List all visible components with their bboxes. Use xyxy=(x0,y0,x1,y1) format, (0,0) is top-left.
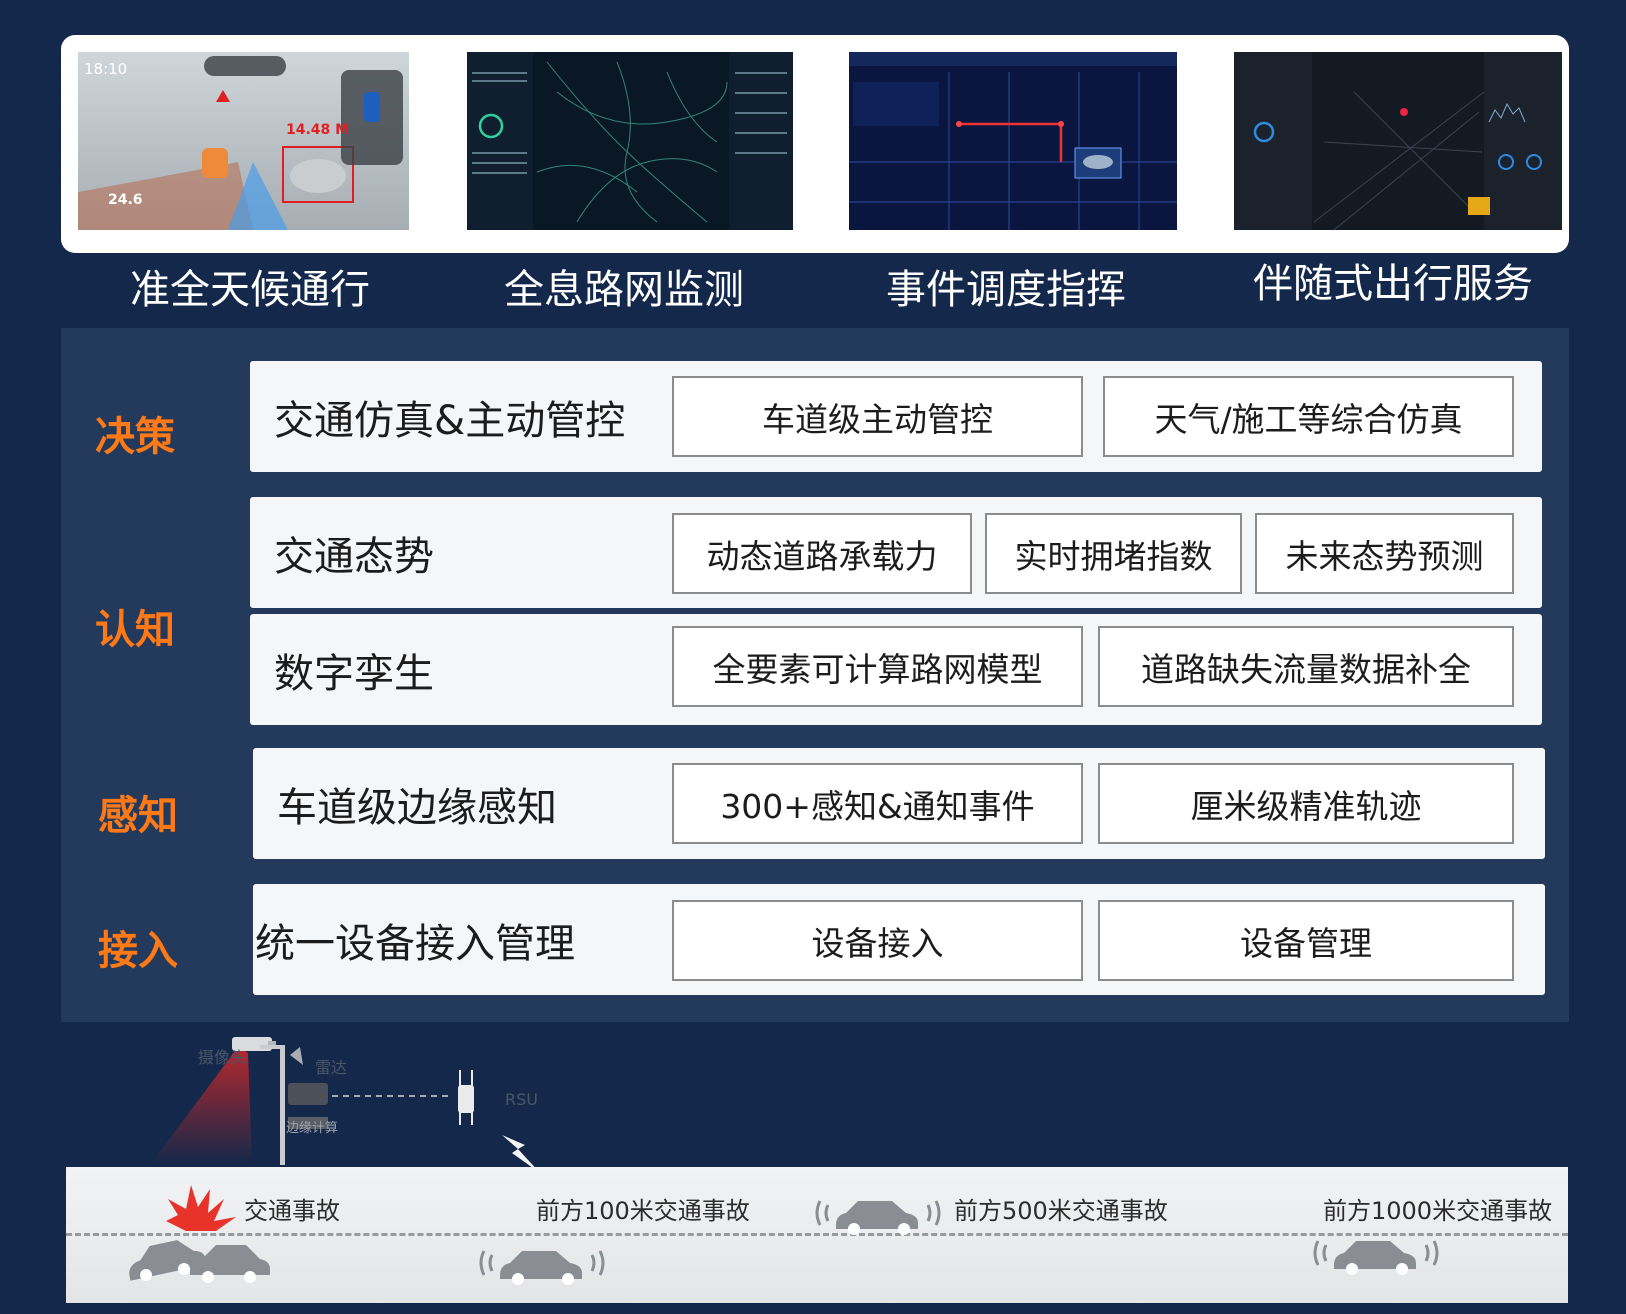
capability-chip: 实时拥堵指数 xyxy=(985,513,1242,594)
car-100m-icon xyxy=(479,1250,605,1285)
screenshot-event-dispatch xyxy=(849,52,1177,230)
rsu-label: RSU xyxy=(505,1090,538,1109)
car-1000m-icon xyxy=(1313,1240,1439,1275)
row-device-access: 统一设备接入管理 设备接入 设备管理 xyxy=(253,884,1545,995)
overlay-time: 18:10 xyxy=(84,60,128,78)
caption-all-weather: 准全天候通行 xyxy=(130,267,370,313)
row-title: 交通仿真&主动管控 xyxy=(274,397,626,444)
edge-box-icon xyxy=(288,1083,328,1105)
edge-label: 边缘计算 xyxy=(286,1121,339,1136)
capability-chip: 未来态势预测 xyxy=(1255,513,1514,594)
row-title: 统一设备接入管理 xyxy=(255,920,575,967)
row-title: 数字孪生 xyxy=(274,650,434,697)
capability-chip: 设备接入 xyxy=(672,900,1083,981)
radar-icon xyxy=(290,1047,303,1065)
screenshot-road-network xyxy=(467,52,793,230)
car-500m-icon xyxy=(815,1200,941,1235)
overlay-speed: 24.6 xyxy=(108,192,143,208)
overlay-distance: 14.48 M xyxy=(286,122,350,138)
radar-label: 雷达 xyxy=(315,1058,348,1077)
row-title: 车道级边缘感知 xyxy=(277,784,557,831)
event-label-1000m: 前方1000米交通事故 xyxy=(1323,1197,1553,1225)
camera-label: 摄像头 xyxy=(198,1048,247,1067)
crash-burst-icon xyxy=(166,1185,236,1231)
screenshot-travel-service xyxy=(1234,52,1562,230)
caption-event-dispatch: 事件调度指挥 xyxy=(886,267,1126,313)
layer-label-perception: 感知 xyxy=(98,793,178,839)
row-title: 交通态势 xyxy=(274,533,434,580)
capability-chip: 厘米级精准轨迹 xyxy=(1098,763,1514,844)
rsu-icon xyxy=(458,1070,474,1125)
capability-chip: 车道级主动管控 xyxy=(672,376,1083,457)
screenshot-strip: 18:10 14.48 M 24.6 xyxy=(61,35,1569,253)
capability-chip: 动态道路承载力 xyxy=(672,513,972,594)
event-label-100m: 前方100米交通事故 xyxy=(536,1197,750,1225)
layer-label-decision: 决策 xyxy=(95,414,175,460)
layer-label-cognition: 认知 xyxy=(95,607,175,653)
caption-travel-service: 伴随式出行服务 xyxy=(1253,261,1533,307)
row-simulation-control: 交通仿真&主动管控 车道级主动管控 天气/施工等综合仿真 xyxy=(250,361,1542,472)
screenshot-all-weather: 18:10 14.48 M 24.6 xyxy=(78,52,409,230)
capability-chip: 设备管理 xyxy=(1098,900,1514,981)
capability-chip: 全要素可计算路网模型 xyxy=(672,626,1083,707)
capability-chip: 天气/施工等综合仿真 xyxy=(1103,376,1514,457)
row-traffic-situation: 交通态势 动态道路承载力 实时拥堵指数 未来态势预测 xyxy=(250,497,1542,608)
event-label-accident: 交通事故 xyxy=(244,1197,340,1225)
capability-chip: 300+感知&通知事件 xyxy=(672,763,1083,844)
event-label-500m: 前方500米交通事故 xyxy=(954,1197,1168,1225)
row-digital-twin: 数字孪生 全要素可计算路网模型 道路缺失流量数据补全 xyxy=(250,614,1542,725)
layer-label-access: 接入 xyxy=(98,928,178,974)
row-edge-perception: 车道级边缘感知 300+感知&通知事件 厘米级精准轨迹 xyxy=(253,748,1545,859)
capability-chip: 道路缺失流量数据补全 xyxy=(1098,626,1514,707)
device-pole xyxy=(280,1045,285,1165)
road-strip: 交通事故 前方100米交通事故 前方500米交通事故 前方1000米交通事故 xyxy=(66,1167,1568,1303)
caption-road-network: 全息路网监测 xyxy=(504,267,744,313)
